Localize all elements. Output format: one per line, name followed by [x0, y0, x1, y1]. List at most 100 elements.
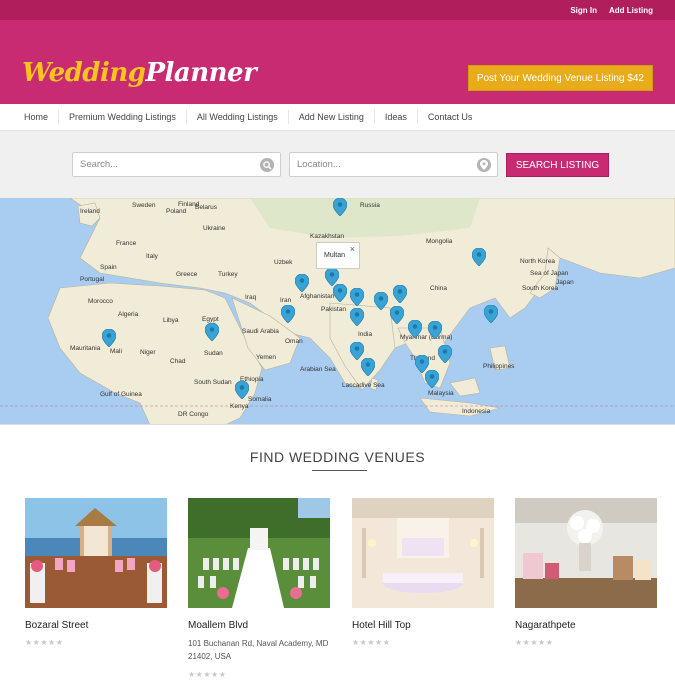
- map-label: Kazakhstan: [310, 233, 344, 240]
- venue-photo[interactable]: [25, 498, 167, 608]
- map-label: South Korea: [522, 285, 559, 292]
- nav-premium-listings[interactable]: Premium Wedding Listings: [59, 110, 187, 124]
- venue-address: 101 Buchanan Rd, Naval Academy, MD 21402…: [188, 639, 329, 661]
- search-icon[interactable]: [260, 158, 274, 172]
- map-marker-pin[interactable]: [438, 345, 452, 363]
- venue-photo[interactable]: [515, 498, 657, 608]
- map-label: Uzbek: [274, 259, 293, 266]
- map-marker-pin[interactable]: [484, 305, 498, 323]
- venue-name[interactable]: Moallem Blvd: [188, 620, 330, 631]
- nav-ideas[interactable]: Ideas: [375, 110, 418, 124]
- map-label: Mongolia: [426, 238, 453, 245]
- map-label: Libya: [163, 317, 179, 324]
- venue-card[interactable]: Moallem Blvd 101 Buchanan Rd, Naval Acad…: [188, 498, 330, 679]
- nav-home[interactable]: Home: [14, 110, 60, 124]
- map-label: Gulf of Guinea: [100, 391, 142, 398]
- map-label: Greece: [176, 271, 198, 278]
- post-listing-button[interactable]: Post Your Wedding Venue Listing $42: [467, 65, 653, 91]
- map-label: Malaysia: [428, 390, 454, 397]
- location-pin-icon[interactable]: [477, 158, 491, 172]
- location-search-placeholder: Location...: [297, 159, 341, 170]
- map-label: Iraq: [245, 294, 257, 301]
- map-marker-pin[interactable]: [361, 358, 375, 376]
- keyword-search-input[interactable]: Search...: [72, 152, 281, 177]
- search-bar: Search... Location... SEARCH LISTING: [0, 131, 675, 198]
- venue-card[interactable]: Bozaral Street ★★★★★: [25, 498, 167, 647]
- map-label: Algeria: [118, 311, 139, 318]
- map-marker-pin[interactable]: [333, 198, 347, 216]
- venue-rating-stars: ★★★★★: [25, 638, 64, 647]
- close-icon[interactable]: ×: [350, 244, 355, 254]
- map-label: Egypt: [202, 316, 219, 323]
- map-label: France: [116, 240, 137, 247]
- venue-name[interactable]: Nagarathpete: [515, 620, 657, 631]
- map-marker-pin[interactable]: [333, 284, 347, 302]
- map-label: Sweden: [132, 202, 156, 209]
- map-marker-pin[interactable]: [390, 306, 404, 324]
- map-label: Mali: [110, 348, 122, 355]
- venue-map[interactable]: Sweden Finland Russia Kazakhstan Mongoli…: [0, 198, 675, 425]
- section-title-underline: [312, 470, 367, 471]
- venue-photo[interactable]: [188, 498, 330, 608]
- map-label: Somalia: [248, 396, 272, 403]
- venue-rating-stars: ★★★★★: [188, 670, 227, 679]
- map-marker-pin[interactable]: [425, 370, 439, 388]
- map-label: Japan: [556, 279, 574, 286]
- map-marker-pin[interactable]: [393, 285, 407, 303]
- location-search-input[interactable]: Location...: [289, 152, 498, 177]
- venue-card[interactable]: Hotel Hill Top ★★★★★: [352, 498, 494, 647]
- map-label: Sea of Japan: [530, 270, 569, 277]
- venue-rating-stars: ★★★★★: [352, 638, 391, 647]
- venue-card[interactable]: Nagarathpete ★★★★★: [515, 498, 657, 647]
- add-listing-link[interactable]: Add Listing: [609, 6, 653, 15]
- search-listing-button[interactable]: SEARCH LISTING: [506, 153, 609, 177]
- map-marker-pin[interactable]: [295, 274, 309, 292]
- map-label: Iran: [280, 297, 292, 304]
- map-info-window-text: Multan: [324, 252, 346, 259]
- map-label: Indonesia: [462, 408, 491, 415]
- map-label: Laccadive Sea: [342, 382, 385, 389]
- map-marker-pin[interactable]: [350, 288, 364, 306]
- map-marker-pin[interactable]: [281, 305, 295, 323]
- map-marker-pin[interactable]: [408, 320, 422, 338]
- map-marker-pin[interactable]: [102, 329, 116, 347]
- top-utility-bar: Sign In Add Listing: [0, 0, 675, 20]
- map-label: Niger: [140, 349, 156, 356]
- map-marker-pin[interactable]: [428, 321, 442, 339]
- site-header: WeddingPlanner Post Your Wedding Venue L…: [0, 20, 675, 104]
- map-label: Yemen: [256, 354, 276, 361]
- logo-word-planner: Planner: [145, 58, 257, 88]
- map-marker-pin[interactable]: [205, 323, 219, 341]
- map-label: Spain: [100, 264, 117, 271]
- map-info-window: Multan ×: [316, 242, 360, 269]
- map-label: Morocco: [88, 298, 113, 305]
- map-label: China: [430, 285, 447, 292]
- venue-photo[interactable]: [352, 498, 494, 608]
- map-label: Afghanistan: [300, 293, 335, 300]
- venue-name[interactable]: Bozaral Street: [25, 620, 167, 631]
- map-label: Chad: [170, 358, 186, 365]
- map-label: Russia: [360, 202, 380, 209]
- map-label: Poland: [166, 208, 187, 215]
- map-label: Ireland: [80, 208, 100, 215]
- site-logo[interactable]: WeddingPlanner: [22, 58, 257, 88]
- map-marker-pin[interactable]: [374, 292, 388, 310]
- nav-add-new-listing[interactable]: Add New Listing: [289, 110, 375, 124]
- map-label: Mauritania: [70, 345, 101, 352]
- map-marker-pin[interactable]: [472, 248, 486, 266]
- main-navigation: Home Premium Wedding Listings All Weddin…: [0, 104, 675, 131]
- map-marker-pin[interactable]: [235, 381, 249, 399]
- map-marker-pin[interactable]: [350, 308, 364, 326]
- map-label: Saudi Arabia: [242, 328, 279, 335]
- nav-contact-us[interactable]: Contact Us: [418, 110, 483, 124]
- map-label: North Korea: [520, 258, 556, 265]
- nav-all-listings[interactable]: All Wedding Listings: [187, 110, 289, 124]
- keyword-search-placeholder: Search...: [80, 159, 119, 170]
- map-label: Sudan: [204, 350, 223, 357]
- map-label: Kenya: [230, 403, 249, 410]
- venue-name[interactable]: Hotel Hill Top: [352, 620, 494, 631]
- map-label: South Sudan: [194, 379, 232, 386]
- map-label: Turkey: [218, 271, 238, 278]
- sign-in-link[interactable]: Sign In: [570, 6, 597, 15]
- map-label: Pakistan: [321, 306, 346, 313]
